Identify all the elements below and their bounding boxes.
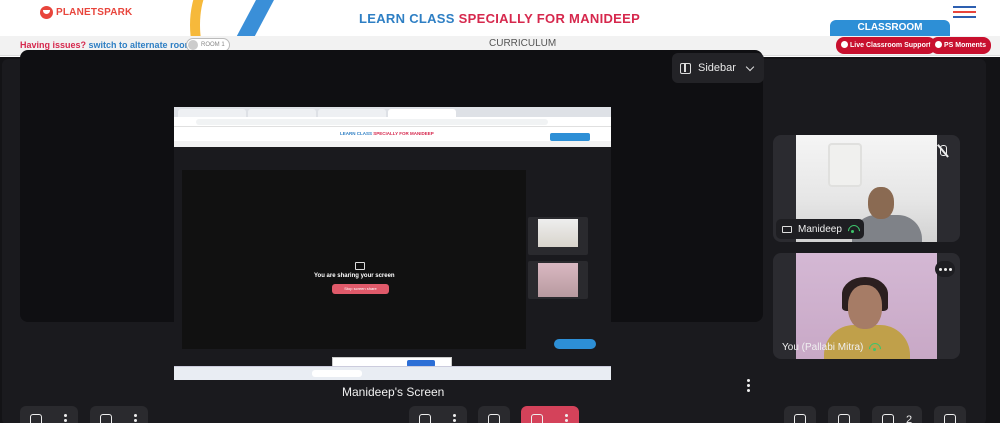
shared-screen-image: LEARN CLASS SPECIALLY FOR MANIDEEP You a… bbox=[174, 107, 611, 380]
mic-button[interactable] bbox=[20, 406, 78, 423]
shared-tile-2 bbox=[528, 261, 588, 299]
connection-strength-icon bbox=[869, 343, 879, 351]
chevron-down-icon bbox=[745, 62, 755, 71]
checklist-button[interactable] bbox=[784, 406, 816, 423]
live-support-button[interactable]: Live Classroom Support bbox=[836, 37, 936, 54]
shared-taskbar bbox=[174, 366, 611, 380]
leave-options-icon[interactable] bbox=[565, 414, 568, 423]
sidebar-toggle-button[interactable]: Sidebar bbox=[672, 53, 764, 83]
whiteboard-button[interactable] bbox=[828, 406, 860, 423]
connection-strength-icon bbox=[848, 225, 858, 233]
share-icon bbox=[419, 414, 431, 423]
raise-hand-button[interactable] bbox=[478, 406, 510, 423]
screen-owner-label: Manideep's Screen bbox=[342, 385, 445, 399]
shared-address-bar bbox=[174, 117, 611, 127]
stop-share-button: Stop screen share bbox=[332, 284, 389, 294]
people-icon bbox=[882, 414, 894, 423]
camera-button[interactable] bbox=[90, 406, 148, 423]
square-icon bbox=[838, 414, 850, 423]
sidebar-icon bbox=[680, 62, 691, 74]
ps-moments-button[interactable]: PS Moments bbox=[930, 37, 992, 54]
shared-tile-1 bbox=[528, 217, 588, 255]
live-support-label: Live Classroom Support bbox=[850, 42, 931, 49]
leave-icon bbox=[531, 414, 543, 423]
logo-text: PLANETSPARK bbox=[56, 7, 133, 18]
menu-button[interactable] bbox=[934, 406, 966, 423]
participant-name: You (Pallabi Mitra) bbox=[782, 341, 864, 353]
hand-icon bbox=[488, 414, 500, 423]
hamburger-menu-icon[interactable] bbox=[953, 6, 976, 18]
page-title: LEARN CLASS SPECIALLY FOR MANIDEEP bbox=[359, 11, 640, 26]
mic-muted-icon bbox=[935, 144, 951, 158]
shared-help-button bbox=[554, 339, 596, 349]
curriculum-tab[interactable]: CURRICULUM bbox=[489, 38, 556, 49]
mic-options-icon[interactable] bbox=[64, 414, 67, 423]
shared-meeting-area: You are sharing your screen Stop screen … bbox=[174, 147, 611, 369]
more-options-icon[interactable] bbox=[747, 379, 751, 392]
mic-icon bbox=[30, 414, 42, 423]
title-highlight: SPECIALLY FOR MANIDEEP bbox=[458, 11, 641, 26]
participant-name: Manideep bbox=[798, 223, 842, 235]
sharing-status-text: You are sharing your screen bbox=[314, 273, 395, 279]
switch-room-link[interactable]: switch to alternate room bbox=[89, 40, 193, 50]
sidebar-label: Sidebar bbox=[698, 62, 736, 74]
participant-count: 2 bbox=[906, 414, 913, 423]
leave-button[interactable] bbox=[521, 406, 579, 423]
planetspark-logo[interactable]: PLANETSPARK bbox=[40, 6, 132, 19]
screen-share-indicator-icon bbox=[782, 225, 792, 233]
issues-text: Having issues? bbox=[20, 40, 87, 50]
ps-moments-label: PS Moments bbox=[944, 42, 987, 49]
tile-more-options-icon[interactable] bbox=[935, 261, 955, 277]
participant-name-chip: Manideep bbox=[776, 219, 864, 239]
classroom-tab[interactable]: CLASSROOM bbox=[830, 20, 950, 36]
shared-browser-tabs bbox=[174, 107, 611, 117]
participant-name-chip: You (Pallabi Mitra) bbox=[776, 337, 885, 357]
moments-icon bbox=[935, 41, 942, 48]
share-screen-button[interactable] bbox=[409, 406, 467, 423]
issues-notice: Having issues? switch to alternate room bbox=[20, 40, 193, 50]
logo-mark-icon bbox=[40, 6, 53, 19]
camera-icon bbox=[100, 414, 112, 423]
checkbox-icon bbox=[794, 414, 806, 423]
page: PLANETSPARK LEARN CLASS SPECIALLY FOR MA… bbox=[0, 0, 1000, 423]
shared-page-header: LEARN CLASS SPECIALLY FOR MANIDEEP bbox=[174, 127, 611, 141]
participants-button[interactable]: 2 bbox=[872, 406, 922, 423]
share-options-icon[interactable] bbox=[453, 414, 456, 423]
camera-options-icon[interactable] bbox=[134, 414, 137, 423]
shared-main-view: You are sharing your screen Stop screen … bbox=[182, 170, 526, 349]
header-decoration bbox=[190, 0, 330, 40]
support-icon bbox=[841, 41, 848, 48]
app-header: PLANETSPARK LEARN CLASS SPECIALLY FOR MA… bbox=[0, 0, 1000, 40]
menu-icon bbox=[944, 414, 956, 423]
title-prefix: LEARN CLASS bbox=[359, 11, 459, 26]
share-screen-icon bbox=[355, 262, 365, 270]
